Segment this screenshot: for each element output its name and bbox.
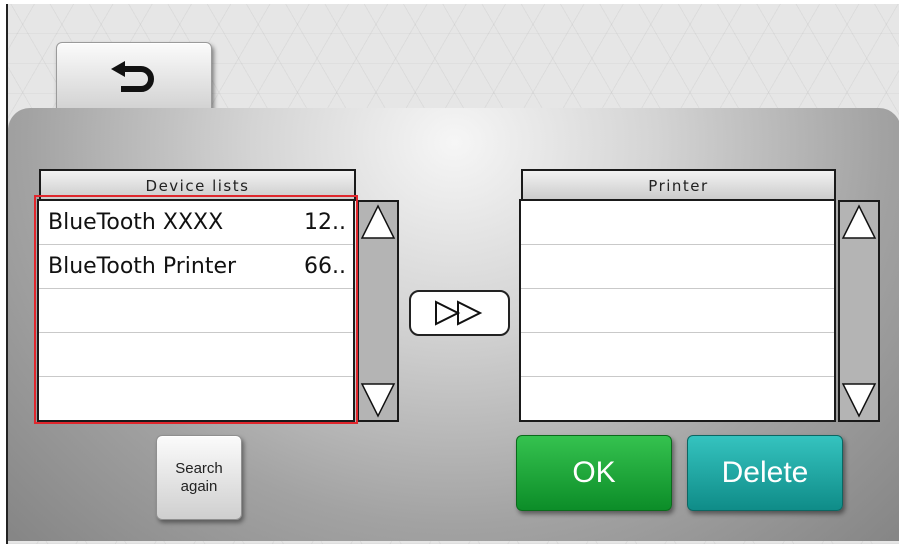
list-item[interactable] xyxy=(39,377,353,421)
ok-button[interactable]: OK xyxy=(516,435,672,511)
return-arrow-icon xyxy=(111,61,154,92)
device-address: 12.. xyxy=(304,210,346,235)
list-item[interactable] xyxy=(521,377,834,421)
device-list: BlueTooth XXXX 12.. BlueTooth Printer 66… xyxy=(37,199,355,422)
scroll-up-icon[interactable] xyxy=(359,202,397,242)
device-address: 66.. xyxy=(304,254,346,279)
search-again-button[interactable]: Search again xyxy=(156,435,242,520)
back-button[interactable] xyxy=(56,42,212,114)
device-name: BlueTooth Printer xyxy=(48,254,237,279)
list-item[interactable] xyxy=(521,289,834,333)
printer-list-scrollbar[interactable] xyxy=(838,200,880,422)
list-item[interactable]: BlueTooth Printer 66.. xyxy=(39,245,353,289)
delete-button[interactable]: Delete xyxy=(687,435,843,511)
device-list-scrollbar[interactable] xyxy=(357,200,399,422)
list-item[interactable] xyxy=(39,289,353,333)
device-list-header: Device lists xyxy=(39,169,356,201)
list-item[interactable] xyxy=(521,245,834,289)
scroll-up-icon[interactable] xyxy=(840,202,878,242)
list-item[interactable]: BlueTooth XXXX 12.. xyxy=(39,201,353,245)
list-item[interactable] xyxy=(521,201,834,245)
printer-list xyxy=(519,199,836,422)
scroll-down-icon[interactable] xyxy=(359,380,397,420)
double-triangle-right-icon xyxy=(434,300,482,326)
printer-list-header: Printer xyxy=(521,169,836,201)
transfer-button[interactable] xyxy=(409,290,510,336)
list-item[interactable] xyxy=(521,333,834,377)
list-item[interactable] xyxy=(39,333,353,377)
scroll-down-icon[interactable] xyxy=(840,380,878,420)
device-name: BlueTooth XXXX xyxy=(48,210,224,235)
